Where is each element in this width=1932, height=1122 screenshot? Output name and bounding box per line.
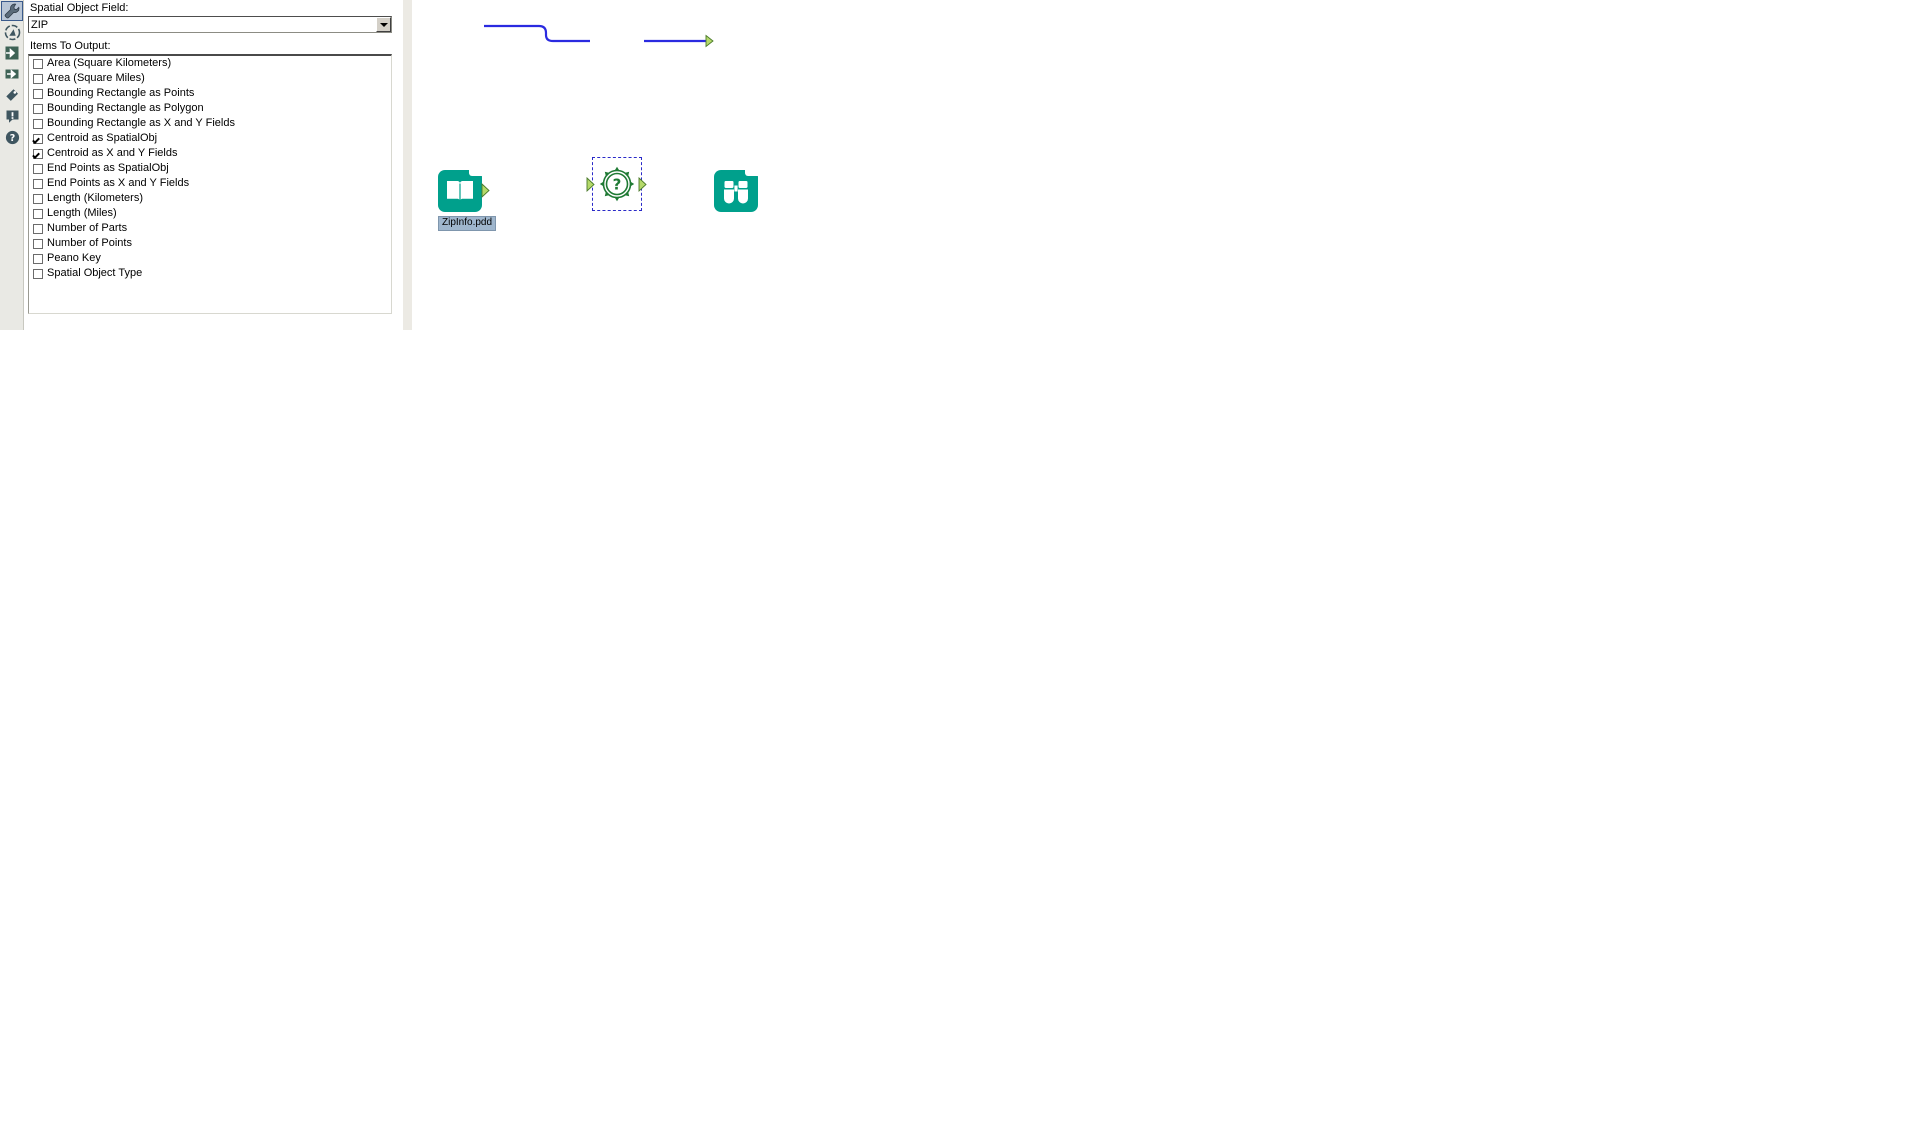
node-browse[interactable] (714, 170, 758, 212)
input-node-output-plug[interactable] (481, 182, 491, 199)
checkbox-icon[interactable] (33, 238, 43, 249)
workflow-canvas[interactable]: ZipInfo.pdd ? (412, 0, 1932, 1122)
caret-glyph (379, 22, 388, 27)
items-to-output-list[interactable]: Area (Square Kilometers) Area (Square Mil… (28, 54, 392, 314)
outgoing-connection-icon[interactable] (1, 64, 23, 84)
list-item-label: End Points as X and Y Fields (47, 177, 190, 189)
connection-spatialinfo-to-browse[interactable] (412, 0, 752, 80)
list-item-label: Area (Square Kilometers) (47, 57, 172, 69)
list-item[interactable]: Centroid as X and Y Fields (29, 146, 391, 161)
list-item-label: Bounding Rectangle as X and Y Fields (47, 117, 235, 129)
list-item[interactable]: Bounding Rectangle as Points (29, 86, 391, 101)
checkbox-icon[interactable] (33, 103, 43, 114)
list-item[interactable]: Centroid as SpatialObj (29, 131, 391, 146)
list-item-label: Centroid as SpatialObj (47, 132, 158, 144)
checkbox-icon[interactable] (33, 163, 43, 174)
checkbox-icon[interactable] (33, 88, 43, 99)
list-item-label: Length (Miles) (47, 207, 117, 219)
panel-icon-toolbar: ? (0, 0, 24, 330)
svg-text:?: ? (9, 133, 15, 144)
list-item-label: Peano Key (47, 252, 101, 264)
binoculars-icon (724, 181, 748, 204)
wrench-icon (4, 3, 19, 19)
arrow-into-box-icon (5, 46, 19, 60)
list-item-label: Length (Kilometers) (47, 192, 143, 204)
checkbox-icon[interactable] (33, 58, 43, 69)
checkbox-icon[interactable] (33, 178, 43, 189)
arrow-out-of-box-icon (5, 69, 19, 79)
list-item[interactable]: Area (Square Kilometers) (29, 56, 391, 71)
checkbox-icon[interactable] (33, 193, 43, 204)
checkbox-icon[interactable] (33, 268, 43, 279)
list-item[interactable]: End Points as X and Y Fields (29, 176, 391, 191)
list-item[interactable]: Bounding Rectangle as X and Y Fields (29, 116, 391, 131)
compass-icon (4, 24, 20, 40)
exclamation-icon (6, 110, 18, 123)
browse-node-body[interactable] (714, 170, 758, 212)
input-node-body[interactable] (438, 170, 482, 212)
list-item[interactable]: Length (Kilometers) (29, 191, 391, 206)
list-item[interactable]: End Points as SpatialObj (29, 161, 391, 176)
checkbox-checked-icon[interactable] (33, 148, 43, 159)
list-item[interactable]: Spatial Object Type (29, 266, 391, 281)
checkbox-icon[interactable] (33, 118, 43, 129)
spatial-object-field-label: Spatial Object Field: (30, 2, 129, 14)
items-to-output-label: Items To Output: (30, 40, 111, 52)
checkbox-icon[interactable] (33, 223, 43, 234)
list-item[interactable]: Number of Points (29, 236, 391, 251)
panel-resize-divider[interactable] (402, 0, 412, 330)
checkbox-icon[interactable] (33, 208, 43, 219)
spatialinfo-input-plug[interactable] (586, 176, 596, 193)
list-item-label: Spatial Object Type (47, 267, 143, 279)
configuration-wrench-icon[interactable] (1, 1, 23, 21)
chevron-down-icon[interactable] (376, 17, 391, 32)
configuration-panel: ? Spatial Object Field: ZIP Items To Out… (0, 0, 412, 330)
node-spatial-info[interactable]: ? (586, 157, 647, 211)
svg-text:?: ? (613, 176, 622, 194)
annotation-tag-icon[interactable] (1, 85, 23, 105)
list-item-label: Bounding Rectangle as Polygon (47, 102, 204, 114)
list-item-label: Number of Points (47, 237, 132, 249)
list-item[interactable]: Area (Square Miles) (29, 71, 391, 86)
list-item-label: Area (Square Miles) (47, 72, 145, 84)
question-mark-icon: ? (5, 130, 19, 144)
help-icon[interactable]: ? (1, 127, 23, 147)
list-item-label: Bounding Rectangle as Points (47, 87, 195, 99)
list-item-label: End Points as SpatialObj (47, 162, 169, 174)
list-item[interactable]: Number of Parts (29, 221, 391, 236)
node-input-data[interactable]: ZipInfo.pdd (438, 170, 497, 231)
spatialinfo-output-plug[interactable] (638, 176, 648, 193)
checkbox-icon[interactable] (33, 73, 43, 84)
compass-question-icon: ? (599, 166, 635, 202)
checkbox-checked-icon[interactable] (33, 133, 43, 144)
node-label-zipinfo[interactable]: ZipInfo.pdd (438, 216, 497, 231)
tag-icon (6, 89, 18, 101)
app-window: ? Spatial Object Field: ZIP Items To Out… (0, 0, 1932, 1122)
list-item-label: Centroid as X and Y Fields (47, 147, 178, 159)
spatial-object-field-select[interactable]: ZIP (28, 16, 392, 33)
checkbox-icon[interactable] (33, 253, 43, 264)
spatial-object-field-value: ZIP (31, 18, 49, 31)
panel-body: Spatial Object Field: ZIP Items To Outpu… (24, 0, 412, 330)
list-item[interactable]: Bounding Rectangle as Polygon (29, 101, 391, 116)
messages-icon[interactable] (1, 106, 23, 126)
open-book-icon (447, 181, 473, 201)
list-item-label: Number of Parts (47, 222, 128, 234)
list-item[interactable]: Length (Miles) (29, 206, 391, 221)
spatial-compass-icon[interactable] (1, 22, 23, 42)
incoming-connection-icon[interactable] (1, 43, 23, 63)
list-item[interactable]: Peano Key (29, 251, 391, 266)
